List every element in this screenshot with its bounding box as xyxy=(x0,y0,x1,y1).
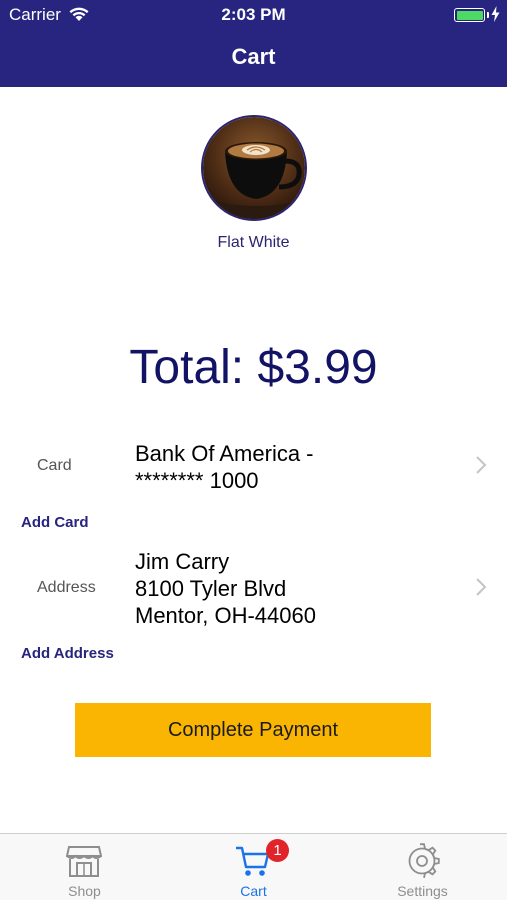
chevron-right-icon xyxy=(476,456,487,474)
battery-tip xyxy=(487,12,489,18)
tab-cart-label: Cart xyxy=(240,883,267,899)
add-address-link[interactable]: Add Address xyxy=(21,645,114,662)
status-bar: Carrier 2:03 PM xyxy=(0,0,507,30)
page-title: Cart xyxy=(231,44,276,69)
add-card-link[interactable]: Add Card xyxy=(21,514,89,531)
battery-icon xyxy=(454,8,485,22)
address-value: Jim Carry 8100 Tyler Blvd Mentor, OH-440… xyxy=(135,548,316,629)
nav-bar: Carrier 2:03 PM Cart xyxy=(0,0,507,87)
chevron-right-icon xyxy=(476,578,487,596)
address-name: Jim Carry xyxy=(135,549,230,574)
address-label: Address xyxy=(37,579,96,596)
product-name: Flat White xyxy=(217,234,290,251)
tab-settings-label: Settings xyxy=(397,883,448,899)
tab-cart[interactable]: Cart xyxy=(169,834,338,900)
cart-count-badge: 1 xyxy=(266,839,289,862)
address-street: 8100 Tyler Blvd xyxy=(135,576,287,601)
total-amount: Total: $3.99 xyxy=(129,341,378,394)
tab-shop[interactable]: Shop xyxy=(0,834,169,900)
clock: 2:03 PM xyxy=(221,5,286,24)
tab-shop-label: Shop xyxy=(68,883,101,899)
gear-icon xyxy=(408,843,440,878)
card-bank-name: Bank Of America - xyxy=(135,441,314,466)
tab-bar: Shop Cart Settings xyxy=(0,833,507,900)
card-label: Card xyxy=(37,457,72,474)
product-image xyxy=(201,115,307,221)
charging-bolt-icon xyxy=(491,6,500,22)
tab-settings[interactable]: Settings xyxy=(338,834,507,900)
store-icon xyxy=(66,846,102,877)
complete-payment-button[interactable]: Complete Payment xyxy=(75,703,431,757)
card-number-masked: ******** 1000 xyxy=(135,468,259,493)
address-city: Mentor, OH-44060 xyxy=(135,603,316,628)
card-value: Bank Of America - ******** 1000 xyxy=(135,440,314,494)
coffee-cup-icon xyxy=(203,117,305,219)
